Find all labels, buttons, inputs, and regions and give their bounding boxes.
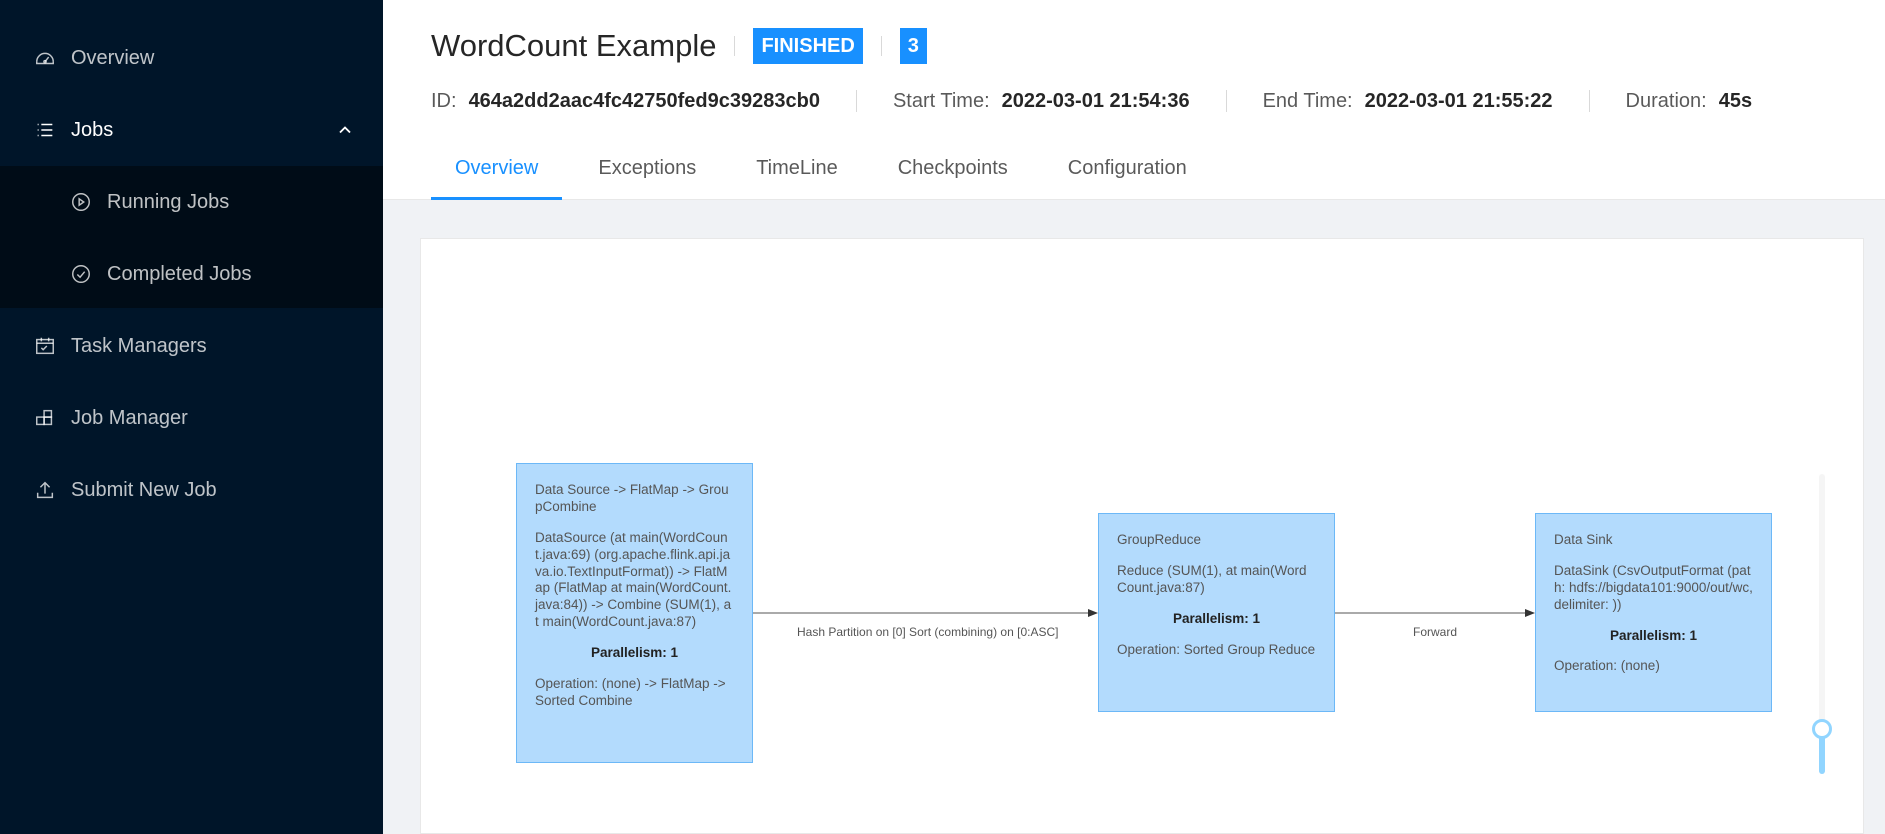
sidebar: Overview Jobs Running Jobs Completed Job… (0, 0, 383, 834)
divider (880, 36, 882, 56)
jobs-submenu: Running Jobs Completed Jobs (0, 166, 383, 308)
sidebar-item-running-jobs[interactable]: Running Jobs (0, 166, 383, 238)
node-operation: Operation: Sorted Group Reduce (1117, 641, 1316, 657)
build-icon (33, 406, 57, 430)
sidebar-item-label: Completed Jobs (107, 262, 252, 285)
calendar-icon (33, 334, 57, 358)
sidebar-item-submit-new-job[interactable]: Submit New Job (0, 454, 383, 526)
sidebar-item-label: Task Managers (71, 334, 207, 357)
tab-configuration[interactable]: Configuration (1044, 148, 1211, 200)
job-tabs: Overview Exceptions TimeLine Checkpoints… (431, 148, 1223, 200)
upload-icon (33, 478, 57, 502)
list-icon (33, 118, 57, 142)
sidebar-item-jobs[interactable]: Jobs (0, 94, 383, 166)
sidebar-item-label: Overview (71, 46, 155, 69)
end-time-label: End Time: (1262, 89, 1353, 112)
job-header: WordCount Example FINISHED 3 ID: 464a2dd… (383, 0, 1885, 200)
start-time: 2022-03-01 21:54:36 (1001, 89, 1190, 112)
zoom-slider-handle[interactable] (1812, 719, 1832, 739)
title-row: WordCount Example FINISHED 3 (431, 26, 927, 66)
node-parallelism: Parallelism: 1 (1609, 627, 1698, 643)
end-time: 2022-03-01 21:55:22 (1364, 89, 1553, 112)
sidebar-item-label: Job Manager (71, 406, 188, 429)
page-title: WordCount Example (431, 28, 717, 63)
node-title: Data Sink (1554, 532, 1613, 547)
status-count-badge: 3 (899, 28, 927, 64)
node-title: Data Source -> FlatMap -> GroupCombine (535, 482, 729, 514)
sidebar-item-task-managers[interactable]: Task Managers (0, 310, 383, 382)
id-label: ID: (431, 89, 457, 112)
sidebar-item-label: Submit New Job (71, 478, 217, 501)
play-circle-icon (69, 190, 93, 214)
divider (855, 90, 857, 112)
sidebar-item-overview[interactable]: Overview (0, 22, 383, 94)
duration: 45s (1718, 89, 1753, 112)
check-circle-icon (69, 262, 93, 286)
divider (734, 36, 736, 56)
tab-timeline[interactable]: TimeLine (732, 148, 862, 200)
node-description: DataSource (at main(WordCount.java:69) (… (535, 529, 732, 630)
node-parallelism: Parallelism: 1 (590, 645, 679, 660)
divider (1588, 90, 1590, 112)
node-description: DataSink (CsvOutputFormat (path: hdfs://… (1554, 562, 1753, 612)
sidebar-item-label: Running Jobs (107, 190, 230, 213)
node-operation: Operation: (none) -> FlatMap -> Sorted C… (535, 675, 726, 708)
edge-label: Forward (1413, 625, 1458, 639)
start-time-label: Start Time: (892, 89, 990, 112)
sidebar-item-job-manager[interactable]: Job Manager (0, 382, 383, 454)
tab-overview[interactable]: Overview (431, 148, 563, 200)
duration-label: Duration: (1625, 89, 1707, 112)
graph-node[interactable]: Data Source -> FlatMap -> GroupCombine D… (516, 463, 753, 763)
edge-label: Hash Partition on [0] Sort (combining) o… (797, 625, 1059, 639)
graph-node[interactable]: Data Sink DataSink (CsvOutputFormat (pat… (1535, 513, 1772, 712)
sidebar-item-label: Jobs (71, 118, 114, 141)
status-badge: FINISHED (753, 28, 863, 64)
node-operation: Operation: (none) (1554, 658, 1660, 674)
job-graph-canvas[interactable]: Data Source -> FlatMap -> GroupCombine D… (420, 238, 1864, 834)
node-title: GroupReduce (1117, 532, 1202, 547)
job-meta: ID: 464a2dd2aac4fc42750fed9c39283cb0 Sta… (431, 86, 1752, 116)
node-parallelism: Parallelism: 1 (1172, 610, 1261, 626)
divider (1225, 90, 1227, 112)
chevron-up-icon[interactable] (335, 120, 355, 140)
dashboard-icon (33, 46, 57, 70)
sidebar-item-completed-jobs[interactable]: Completed Jobs (0, 238, 383, 310)
graph-node[interactable]: GroupReduce Reduce (SUM(1), at main(Word… (1098, 513, 1335, 712)
node-description: Reduce (SUM(1), at main(WordCount.java:8… (1117, 562, 1307, 595)
job-id: 464a2dd2aac4fc42750fed9c39283cb0 (468, 89, 820, 112)
tab-exceptions[interactable]: Exceptions (574, 148, 720, 200)
tab-checkpoints[interactable]: Checkpoints (874, 148, 1032, 200)
